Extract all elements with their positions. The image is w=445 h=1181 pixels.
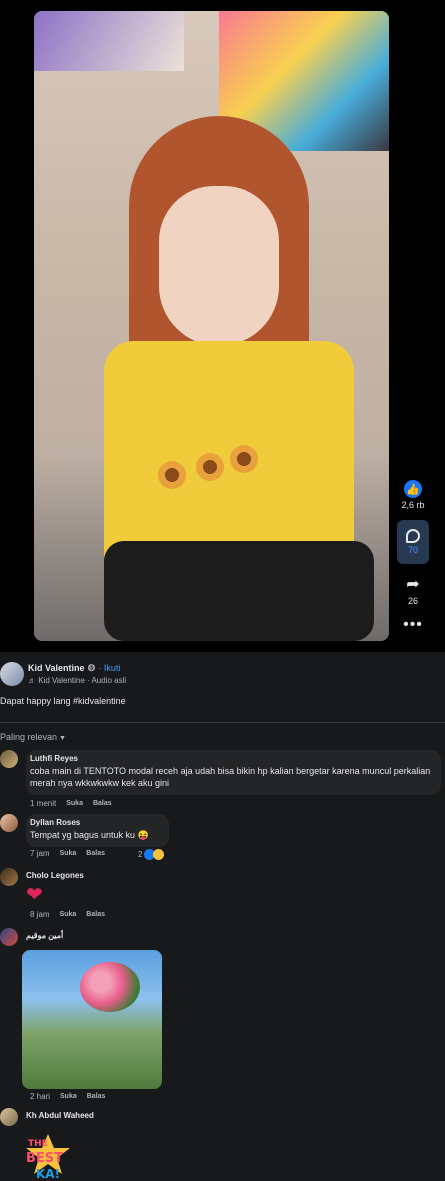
comment-actions: 8 jam Suka Balas	[30, 910, 105, 919]
like-link[interactable]: Suka	[60, 911, 77, 918]
comment-item: Kh Abdul Waheed	[0, 1108, 94, 1126]
flower-print	[230, 445, 258, 473]
avatar[interactable]	[0, 814, 18, 832]
video-frame[interactable]	[34, 11, 389, 641]
avatar[interactable]	[0, 928, 18, 946]
flower-print	[196, 453, 224, 481]
audio-label: Kid Valentine · Audio asli	[38, 676, 127, 685]
video-actions: 👍 2,6 rb 70 ➦ 26 •••	[397, 480, 429, 644]
heart-icon: ❤	[26, 884, 43, 906]
music-note-icon: ♬	[28, 676, 36, 685]
comment-text: Tempat yg bagus untuk ku 😝	[30, 830, 149, 840]
share-button[interactable]: ➦ 26	[397, 574, 429, 606]
haha-reaction-icon	[153, 849, 165, 860]
video-player[interactable]: 👍 2,6 rb 70 ➦ 26 •••	[0, 0, 445, 652]
sort-dropdown[interactable]: Paling relevan ▼	[0, 732, 66, 742]
like-link[interactable]: Suka	[66, 800, 83, 807]
comment-photo[interactable]	[22, 950, 162, 1089]
like-button[interactable]: 👍 2,6 rb	[397, 480, 429, 510]
bouquet-image	[80, 962, 140, 1012]
comment-button[interactable]: 70	[397, 520, 429, 564]
comment-author[interactable]: أمين موقيم	[26, 928, 63, 946]
comment-item: Dyllan Roses Tempat yg bagus untuk ku 😝	[0, 814, 169, 847]
thumbs-up-icon: 👍	[404, 480, 422, 498]
comment-bubble: Dyllan Roses Tempat yg bagus untuk ku 😝	[26, 814, 169, 847]
comment-count: 70	[407, 545, 418, 555]
person-face	[159, 186, 279, 346]
sticker-text: THE	[28, 1139, 48, 1149]
like-count: 2,6 rb	[401, 500, 425, 510]
author-header: Kid Valentine ◍ · Ikuti ♬ Kid Valentine …	[0, 662, 126, 686]
comment-time: 7 jam	[30, 849, 50, 858]
sort-label: Paling relevan	[0, 732, 58, 742]
flower-print	[158, 461, 186, 489]
audio-line[interactable]: ♬ Kid Valentine · Audio asli	[28, 676, 126, 685]
more-options-button[interactable]: •••	[397, 616, 429, 634]
avatar[interactable]	[0, 662, 24, 686]
comments-panel: Kid Valentine ◍ · Ikuti ♬ Kid Valentine …	[0, 652, 445, 1181]
comment-item: أمين موقيم	[0, 928, 63, 946]
divider	[0, 722, 445, 723]
reply-link[interactable]: Balas	[86, 850, 105, 857]
author-name[interactable]: Kid Valentine	[28, 663, 85, 673]
comment-icon	[406, 529, 420, 543]
comment-time: 2 hari	[30, 1092, 51, 1101]
follow-button[interactable]: · Ikuti	[98, 663, 120, 673]
comment-bubble: Luthfi Reyes coba main di TENTOTO modal …	[26, 750, 441, 795]
comment-actions: 1 menit Suka Balas	[30, 799, 112, 808]
video-caption: Dapat happy lang #kidvalentine	[0, 696, 126, 706]
avatar[interactable]	[0, 750, 18, 768]
comment-author[interactable]: Dyllan Roses	[30, 818, 161, 827]
reply-link[interactable]: Balas	[86, 911, 105, 918]
comment-item: Cholo Legones ❤	[0, 868, 84, 907]
like-link[interactable]: Suka	[60, 1093, 77, 1100]
comment-time: 8 jam	[30, 910, 50, 919]
more-icon: •••	[403, 616, 423, 633]
comment-actions: 7 jam Suka Balas	[30, 849, 105, 858]
comment-actions: 2 hari Suka Balas	[30, 1092, 105, 1101]
reaction-summary[interactable]: 2	[138, 849, 165, 860]
comment-text: coba main di TENTOTO modal receh aja uda…	[30, 766, 431, 788]
comment-author[interactable]: Kh Abdul Waheed	[26, 1108, 94, 1126]
sticker-text: KA!	[36, 1167, 60, 1181]
reaction-count: 2	[138, 850, 143, 859]
avatar[interactable]	[0, 868, 18, 886]
reply-link[interactable]: Balas	[87, 1093, 106, 1100]
chevron-down-icon: ▼	[59, 735, 66, 742]
share-icon: ➦	[406, 576, 420, 593]
sticker-text: BEST	[26, 1151, 63, 1166]
comment-body: Cholo Legones ❤	[26, 868, 84, 907]
comment-author[interactable]: Cholo Legones	[26, 871, 84, 880]
like-link[interactable]: Suka	[60, 850, 77, 857]
comment-author[interactable]: Luthfi Reyes	[30, 754, 433, 763]
share-count: 26	[407, 596, 418, 606]
avatar[interactable]	[0, 1108, 18, 1126]
best-sticker[interactable]: THE BEST KA!	[22, 1132, 74, 1181]
mural-background-left	[34, 11, 184, 71]
comment-time: 1 menit	[30, 799, 57, 808]
comment-item: Luthfi Reyes coba main di TENTOTO modal …	[0, 750, 441, 795]
person-pants	[104, 541, 374, 641]
reply-link[interactable]: Balas	[93, 800, 112, 807]
globe-icon: ◍	[87, 662, 96, 672]
